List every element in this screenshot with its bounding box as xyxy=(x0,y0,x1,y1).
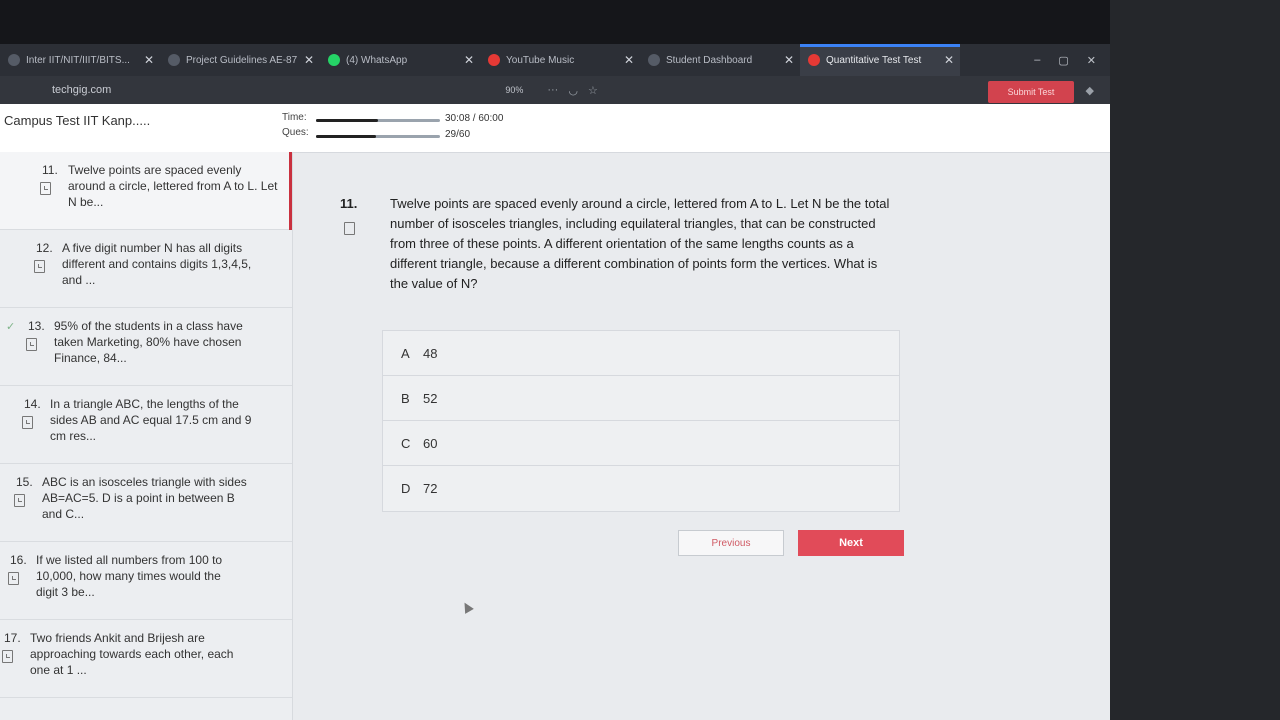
background-top xyxy=(0,0,1280,44)
option-value: 48 xyxy=(423,345,438,361)
bookmark-icon[interactable] xyxy=(2,650,13,663)
tab-title: Project Guidelines AE-87 xyxy=(186,54,298,66)
bookmark-icon[interactable] xyxy=(22,416,33,429)
tab-title: YouTube Music xyxy=(506,54,575,66)
time-progress-bar xyxy=(316,119,440,122)
test-header: Campus Test IIT Kanp..... Time: 30:08 / … xyxy=(0,104,1110,153)
answer-option[interactable]: A 48 xyxy=(383,331,899,376)
question-item-text: A five digit number N has all digits dif… xyxy=(62,241,252,287)
browser-tab[interactable]: Project Guidelines AE-87 ✕ xyxy=(160,44,320,76)
monitor-bezel xyxy=(1110,0,1280,720)
answer-option[interactable]: C 60 xyxy=(383,421,899,466)
question-item-number: 16. xyxy=(10,553,27,567)
question-text: Twelve points are spaced evenly around a… xyxy=(390,196,890,291)
question-item-text: ABC is an isosceles triangle with sides … xyxy=(42,475,247,521)
question-list: 11. Twelve points are spaced evenly aroun… xyxy=(0,152,293,720)
question-item-number: 14. xyxy=(24,397,41,411)
question-list-item[interactable]: 16. If we listed all numbers from 100 to … xyxy=(0,542,292,620)
option-value: 60 xyxy=(423,435,438,451)
tab-title: Quantitative Test Test xyxy=(826,54,922,66)
address-icons: ··· ◡ ☆ xyxy=(547,84,597,97)
previous-button[interactable]: Previous xyxy=(678,530,784,556)
question-item-number: 13. xyxy=(28,319,45,333)
question-item-number: 11. xyxy=(42,163,58,177)
tab-close-icon[interactable]: ✕ xyxy=(304,53,314,67)
option-value: 52 xyxy=(423,390,438,406)
question-item-text: In a triangle ABC, the lengths of the si… xyxy=(50,397,252,443)
ques-value: 29/60 xyxy=(445,129,471,140)
extension-icon[interactable]: ◆ xyxy=(1086,84,1094,97)
answer-option[interactable]: D 72 xyxy=(383,466,899,511)
tab-close-icon[interactable]: ✕ xyxy=(624,53,634,67)
tab-close-icon[interactable]: ✕ xyxy=(944,53,954,67)
bookmark-icon[interactable] xyxy=(344,222,355,235)
option-letter: C xyxy=(401,435,411,451)
pocket-icon[interactable]: ◡ xyxy=(568,84,578,97)
answer-option[interactable]: B 52 xyxy=(383,376,899,421)
ques-label: Ques: xyxy=(282,127,309,138)
bookmark-icon[interactable] xyxy=(26,338,37,351)
submit-test-button[interactable]: Submit Test xyxy=(988,81,1074,103)
window-controls: – ▢ ✕ xyxy=(1034,54,1110,67)
bookmark-icon[interactable] xyxy=(34,260,45,273)
answered-check-icon: ✓ xyxy=(6,321,16,333)
question-list-item[interactable]: 15. ABC is an isosceles triangle with sid… xyxy=(0,464,292,542)
option-letter: B xyxy=(401,390,410,406)
screen: Inter IIT/NIT/IIIT/BITS... ✕ Project Guide… xyxy=(0,44,1110,720)
question-number: 11. xyxy=(340,196,358,211)
tab-title: (4) WhatsApp xyxy=(346,54,408,66)
ques-progress-bar xyxy=(316,135,440,138)
bookmark-icon[interactable] xyxy=(40,182,51,195)
question-item-text: Twelve points are spaced evenly around a… xyxy=(68,163,278,209)
bookmark-icon[interactable] xyxy=(14,494,25,507)
option-letter: D xyxy=(401,481,411,496)
question-item-text: If we listed all numbers from 100 to 10,… xyxy=(36,553,223,599)
question-panel: 11. Twelve points are spaced evenly arou… xyxy=(300,152,1110,720)
time-value: 30:08 / 60:00 xyxy=(445,113,504,124)
address-bar: techgig.com 90% ··· ◡ ☆ ⤓ ▥ ▢ ◆ xyxy=(0,76,1110,104)
tab-favicon-icon xyxy=(488,54,500,66)
browser-tab[interactable]: Quantitative Test Test ✕ xyxy=(800,44,960,76)
tab-title: Inter IIT/NIT/IIIT/BITS... xyxy=(26,54,130,66)
next-button[interactable]: Next xyxy=(798,530,904,556)
tab-close-icon[interactable]: ✕ xyxy=(144,53,154,67)
question-list-item[interactable]: 17. Two friends Ankit and Brijesh are app… xyxy=(0,620,292,698)
question-item-text: 95% of the students in a class have take… xyxy=(54,319,243,365)
maximize-icon[interactable]: ▢ xyxy=(1058,54,1068,67)
bookmark-star-icon[interactable]: ☆ xyxy=(588,84,598,97)
test-title: Campus Test IIT Kanp..... xyxy=(4,113,151,128)
question-item-number: 17. xyxy=(4,631,21,645)
browser-tab[interactable]: Inter IIT/NIT/IIIT/BITS... ✕ xyxy=(0,44,160,76)
tab-close-icon[interactable]: ✕ xyxy=(784,53,794,67)
tab-favicon-icon xyxy=(8,54,20,66)
question-list-item[interactable]: 14. In a triangle ABC, the lengths of the… xyxy=(0,386,292,464)
time-label: Time: xyxy=(282,112,307,123)
bookmark-icon[interactable] xyxy=(8,572,19,585)
browser-tab[interactable]: Student Dashboard ✕ xyxy=(640,44,800,76)
tab-favicon-icon xyxy=(808,54,820,66)
tab-title: Student Dashboard xyxy=(666,54,753,66)
tab-close-icon[interactable]: ✕ xyxy=(464,53,474,67)
tab-favicon-icon xyxy=(168,54,180,66)
browser-tab-strip: Inter IIT/NIT/IIIT/BITS... ✕ Project Guide… xyxy=(0,44,1110,76)
question-item-text: Two friends Ankit and Brijesh are approa… xyxy=(30,631,234,677)
tab-favicon-icon xyxy=(328,54,340,66)
answer-options: A 48 B 52 C 60 D 72 xyxy=(382,330,900,512)
option-value: 72 xyxy=(423,481,438,496)
more-icon[interactable]: ··· xyxy=(547,84,558,97)
url-text[interactable]: techgig.com xyxy=(52,84,111,96)
zoom-badge[interactable]: 90% xyxy=(501,83,527,97)
browser-tab[interactable]: YouTube Music ✕ xyxy=(480,44,640,76)
browser-tab[interactable]: (4) WhatsApp ✕ xyxy=(320,44,480,76)
question-list-item[interactable]: 11. Twelve points are spaced evenly aroun… xyxy=(0,152,292,230)
question-item-number: 15. xyxy=(16,475,33,489)
question-list-item[interactable]: ✓ 13. 95% of the students in a class have … xyxy=(0,308,292,386)
question-list-item[interactable]: 12. A five digit number N has all digits … xyxy=(0,230,292,308)
close-window-icon[interactable]: ✕ xyxy=(1087,54,1096,67)
minimize-icon[interactable]: – xyxy=(1034,54,1040,67)
tab-favicon-icon xyxy=(648,54,660,66)
option-letter: A xyxy=(401,345,410,361)
question-item-number: 12. xyxy=(36,241,53,255)
